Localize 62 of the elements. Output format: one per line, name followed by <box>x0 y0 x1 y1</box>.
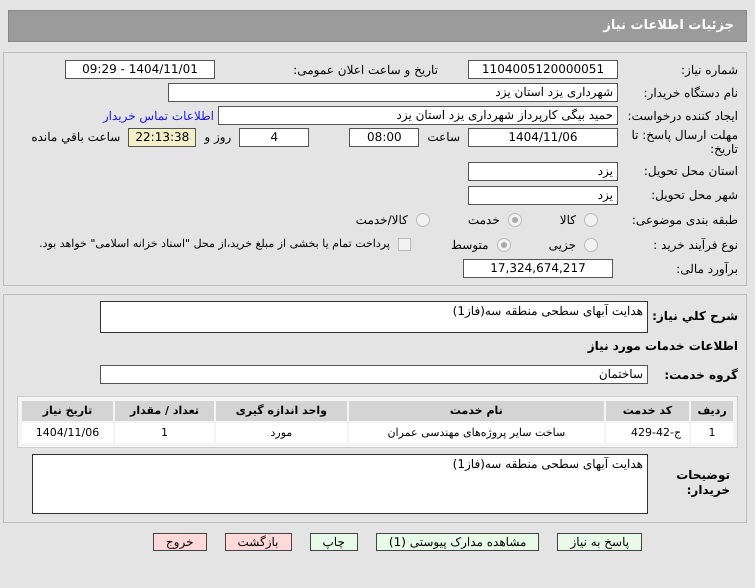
notes-field[interactable]: هدایت آبهای سطحی منطقه سه(فاز1) <box>32 454 648 514</box>
field-label: مهلت ارسال پاسخ: تا تاریخ: <box>630 128 738 156</box>
action-button[interactable]: چاپ <box>310 533 358 551</box>
value-field: یزد <box>468 162 618 180</box>
checkbox-label: پرداخت تمام یا بخشی از مبلغ خرید،از محل "اسناد خزانه اسلامی" خواهد بود. <box>39 236 390 252</box>
contact-link[interactable]: اطلاعات تماس خریدار <box>102 106 214 124</box>
action-button[interactable]: بازگشت <box>224 533 292 551</box>
column-header: ردیف <box>691 401 733 421</box>
value-field: 1404/11/01 - 09:29 <box>65 60 215 79</box>
value-field: 1404/11/06 <box>468 128 618 147</box>
page-title: جزئیات اطلاعات نیاز <box>603 17 734 36</box>
radio-button[interactable] <box>584 238 598 252</box>
value-field: 22:13:38 <box>128 128 196 147</box>
field-label: گروه خدمت: <box>663 366 738 384</box>
field-label: شهر محل تحویل: <box>650 187 738 204</box>
radio-button[interactable] <box>584 212 598 226</box>
value-field: ساختمان <box>100 365 648 384</box>
days-label: روز و <box>202 129 232 146</box>
field-label: نوع فرآیند خرید : <box>652 236 738 254</box>
field-label: شرح کلي نیاز: <box>651 308 738 325</box>
table-cell: 1 <box>115 423 214 443</box>
column-header: واحد اندازه گیری <box>216 401 347 421</box>
column-header: تاریخ نیاز <box>22 401 114 421</box>
time-label: ساعت <box>426 129 461 146</box>
action-button[interactable]: مشاهده مدارک پیوستی (1) <box>376 533 540 551</box>
value-field: 4 <box>239 128 310 147</box>
table-cell: ج-42-429 <box>606 423 690 443</box>
value-field: 08:00 <box>349 128 420 147</box>
radio-label: خدمت <box>468 212 500 228</box>
radio-label: کالا <box>560 212 576 228</box>
value-field: 1104005120000051 <box>468 60 618 79</box>
table-cell: مورد <box>216 423 347 443</box>
radio-button[interactable] <box>496 238 511 252</box>
description-field[interactable]: هدایت آبهای سطحی منطقه سه(فاز1) <box>100 301 648 333</box>
action-button[interactable]: پاسخ به نیاز <box>557 533 642 551</box>
remaining-label: ساعت باقي مانده <box>30 129 122 146</box>
table-cell: 1 <box>691 423 733 443</box>
table-cell: 1404/11/06 <box>22 423 114 443</box>
column-header: کد خدمت <box>606 401 690 421</box>
radio-button[interactable] <box>416 212 430 226</box>
checkbox[interactable] <box>398 238 411 251</box>
radio-label: کالا/خدمت <box>356 212 408 228</box>
section-heading: اطلاعات خدمات مورد نیاز <box>586 338 738 355</box>
value-field: 17,324,674,217 <box>463 259 613 278</box>
table-cell: ساخت سایر پروژه‌های مهندسی عمران <box>348 423 604 443</box>
field-label: ایجاد کننده درخواست: <box>626 108 738 124</box>
field-label: شماره نیاز: <box>680 62 738 78</box>
field-label: توضیحات خریدار: <box>675 467 731 498</box>
radio-label: متوسط <box>450 236 489 254</box>
column-header: نام خدمت <box>348 401 604 421</box>
value-field: یزد <box>468 186 618 204</box>
radio-label: جزیی <box>548 236 576 254</box>
field-label: تاریخ و ساعت اعلان عمومی: <box>292 62 438 78</box>
field-label: استان محل تحویل: <box>642 163 738 180</box>
value-field: شهرداری یزد استان یزد <box>168 83 618 102</box>
field-label: برآورد مالی: <box>675 260 738 278</box>
action-button[interactable]: خروج <box>152 533 206 551</box>
radio-button[interactable] <box>508 212 522 226</box>
value-field: حمید بیگی کارپرداز شهرداری یزد استان یزد <box>218 106 618 125</box>
field-label: طبقه بندی موضوعی: <box>630 212 738 228</box>
column-header: تعداد / مقدار <box>115 401 214 421</box>
field-label: نام دستگاه خریدار: <box>642 84 738 102</box>
